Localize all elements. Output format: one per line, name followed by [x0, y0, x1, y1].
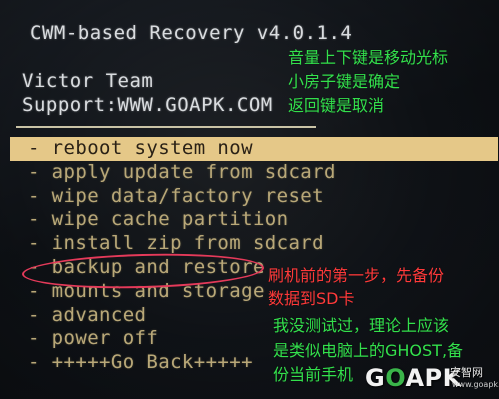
annotation-keys-line3: 返回键是取消 — [288, 96, 385, 115]
watermark-url: www.goapk.com — [452, 380, 499, 389]
menu-item-wipe-data[interactable]: - wipe data/factory reset — [18, 185, 343, 209]
annotation-keys-line2: 小房子键是确定 — [288, 72, 401, 91]
menu-item-wipe-cache[interactable]: - wipe cache partition — [18, 208, 343, 232]
menu-item-apply-update[interactable]: - apply update from sdcard — [18, 161, 343, 185]
logo-letter-o: O — [385, 364, 406, 392]
team-name: Victor Team — [22, 70, 154, 92]
goapk-watermark-logo: GOAPK — [365, 364, 462, 392]
menu-item-reboot-system-now[interactable]: - reboot system now — [10, 137, 498, 161]
watermark-site-name: 安智网 — [450, 366, 483, 379]
annotation-note-line3: 份当前手机 — [273, 365, 354, 384]
annotation-keys-line1: 音量上下键是移动光标 — [288, 48, 449, 67]
logo-letter-g: G — [365, 364, 386, 392]
menu-item-install-zip[interactable]: - install zip from sdcard — [18, 232, 343, 256]
annotation-backup-line2: 数据到SD卡 — [268, 289, 355, 308]
annotation-backup-line1: 刷机前的第一步，先备份 — [268, 266, 445, 285]
annotation-note-line2: 是类似电脑上的GHOST,备 — [273, 341, 464, 360]
annotation-note-line1: 我没测试过，理论上应该 — [273, 316, 450, 335]
recovery-screen: CWM-based Recovery v4.0.1.4 Victor Team … — [0, 0, 499, 399]
support-url: Support:WWW.GOAPK.COM — [22, 94, 273, 116]
header-separator — [16, 126, 316, 128]
recovery-title: CWM-based Recovery v4.0.1.4 — [30, 22, 353, 44]
